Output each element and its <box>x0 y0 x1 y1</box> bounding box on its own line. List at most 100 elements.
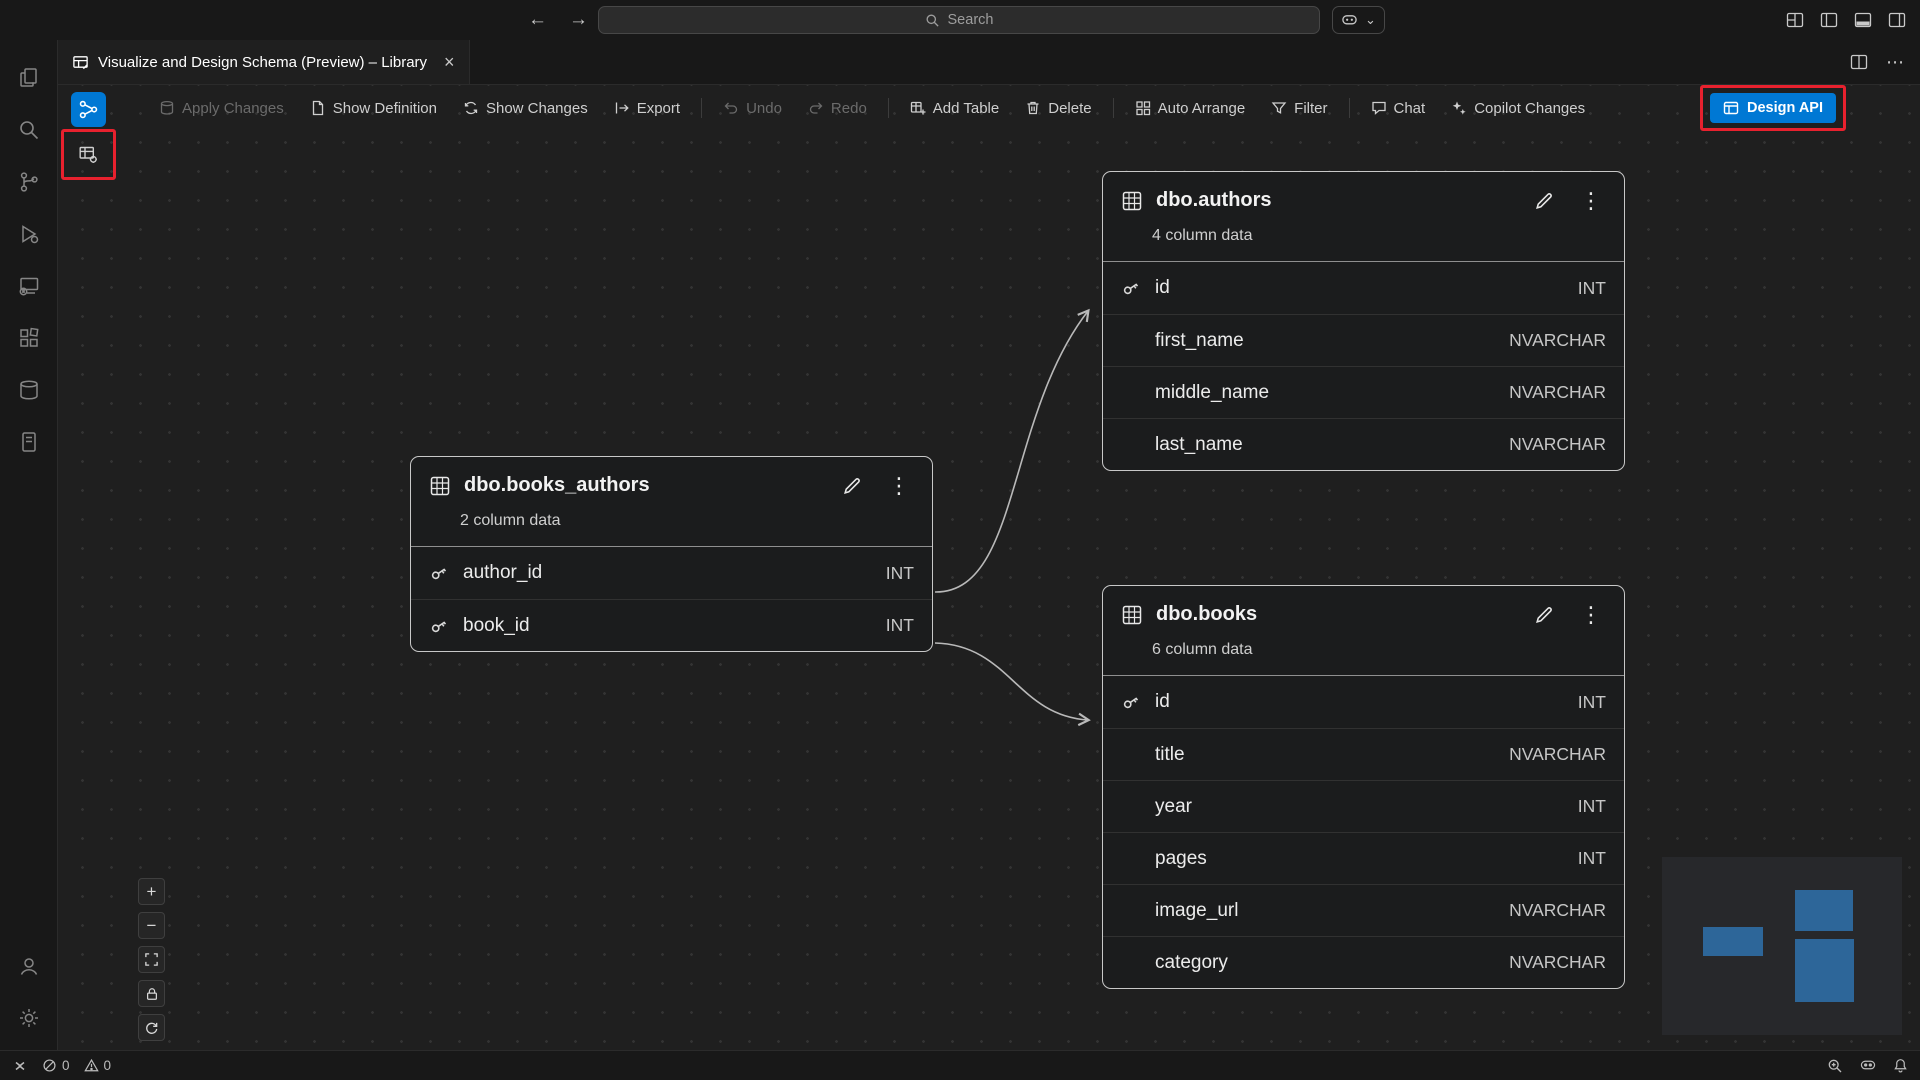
show-definition-button[interactable]: Show Definition <box>297 100 450 117</box>
lock-button[interactable] <box>138 980 165 1007</box>
schema-canvas[interactable]: Apply Changes Show Definition Show Chang… <box>58 85 1920 1050</box>
table-header: dbo.books ⋮ 6 column data <box>1103 586 1624 676</box>
column-row[interactable]: book_id INT <box>411 599 932 651</box>
zoom-indicator-icon[interactable] <box>1827 1058 1843 1074</box>
edit-table-icon[interactable] <box>1533 603 1556 626</box>
table-subtitle: 2 column data <box>429 497 914 546</box>
table-menu-icon[interactable]: ⋮ <box>1576 190 1606 212</box>
tab-close-icon[interactable]: × <box>444 53 455 71</box>
schema-visualize-button[interactable] <box>71 92 106 127</box>
table-grid-icon <box>1121 190 1143 212</box>
column-row[interactable]: id INT <box>1103 676 1624 728</box>
reset-view-button[interactable] <box>138 1014 165 1041</box>
search-placeholder: Search <box>948 12 994 28</box>
primary-key-icon <box>1121 692 1155 712</box>
chat-button[interactable]: Chat <box>1358 100 1439 117</box>
copilot-status-icon[interactable] <box>1859 1058 1877 1073</box>
remote-indicator-icon[interactable] <box>12 1058 28 1074</box>
forward-arrow-icon[interactable]: → <box>569 9 588 31</box>
zoom-in-button[interactable]: + <box>138 878 165 905</box>
annotation-box-design-api: Design API <box>1700 85 1846 131</box>
table-menu-icon[interactable]: ⋮ <box>1576 604 1606 626</box>
titlebar: ← → Search ⌄ <box>0 0 1920 40</box>
run-debug-icon[interactable] <box>5 208 53 260</box>
source-control-icon[interactable] <box>5 156 53 208</box>
search-icon <box>925 13 940 28</box>
tab-visualize-design-schema[interactable]: Visualize and Design Schema (Preview) – … <box>58 40 470 84</box>
toggle-panel-icon[interactable] <box>1854 11 1872 29</box>
status-bar: 0 0 <box>0 1050 1920 1080</box>
filter-button[interactable]: Filter <box>1258 100 1340 117</box>
table-grid-icon <box>1121 604 1143 626</box>
table-name: dbo.books_authors <box>464 474 650 497</box>
connector-books-authors-to-books <box>935 643 1088 720</box>
explorer-icon[interactable] <box>5 52 53 104</box>
table-node-books-authors[interactable]: dbo.books_authors ⋮ 2 column data auth <box>410 456 933 652</box>
table-name: dbo.authors <box>1156 189 1272 212</box>
table-node-authors[interactable]: dbo.authors ⋮ 4 column data id <box>1102 171 1625 471</box>
column-row[interactable]: id INT <box>1103 262 1624 314</box>
extensions-icon[interactable] <box>5 312 53 364</box>
table-header: dbo.authors ⋮ 4 column data <box>1103 172 1624 262</box>
more-actions-icon[interactable]: ⋯ <box>1886 52 1904 73</box>
auto-arrange-button[interactable]: Auto Arrange <box>1122 100 1259 117</box>
minimap-table-block <box>1795 939 1854 1002</box>
apply-changes-button[interactable]: Apply Changes <box>146 100 297 117</box>
connector-books-authors-to-authors <box>935 311 1088 592</box>
column-row[interactable]: last_name NVARCHAR <box>1103 418 1624 470</box>
designer-toolbar: Apply Changes Show Definition Show Chang… <box>146 85 1920 131</box>
editor-area: Visualize and Design Schema (Preview) – … <box>58 40 1920 1050</box>
minimap[interactable] <box>1662 857 1902 1035</box>
column-row[interactable]: pages INT <box>1103 832 1624 884</box>
annotation-box-table-settings <box>61 129 116 180</box>
back-arrow-icon[interactable]: ← <box>528 9 547 31</box>
fit-view-button[interactable] <box>138 946 165 973</box>
toggle-secondary-sidebar-icon[interactable] <box>1888 11 1906 29</box>
primary-key-icon <box>429 616 463 636</box>
account-icon[interactable] <box>5 940 53 992</box>
toggle-primary-sidebar-icon[interactable] <box>1820 11 1838 29</box>
table-menu-icon[interactable]: ⋮ <box>884 475 914 497</box>
show-changes-button[interactable]: Show Changes <box>450 100 601 117</box>
table-settings-icon[interactable] <box>71 137 106 172</box>
database-projects-icon[interactable] <box>5 364 53 416</box>
customize-layout-icon[interactable] <box>1786 11 1804 29</box>
edit-table-icon[interactable] <box>1533 189 1556 212</box>
column-row[interactable]: first_name NVARCHAR <box>1103 314 1624 366</box>
copilot-chat-icon <box>1341 13 1358 28</box>
table-name: dbo.books <box>1156 603 1257 626</box>
search-input[interactable]: Search <box>598 6 1320 34</box>
remote-explorer-icon[interactable] <box>5 260 53 312</box>
column-row[interactable]: author_id INT <box>411 547 932 599</box>
column-row[interactable]: middle_name NVARCHAR <box>1103 366 1624 418</box>
warnings-count: 0 <box>104 1058 112 1073</box>
chevron-down-icon: ⌄ <box>1365 12 1376 28</box>
delete-button[interactable]: Delete <box>1012 100 1104 117</box>
edit-table-icon[interactable] <box>841 474 864 497</box>
column-row[interactable]: title NVARCHAR <box>1103 728 1624 780</box>
zoom-controls: + − <box>138 878 165 1041</box>
design-api-button[interactable]: Design API <box>1710 93 1836 123</box>
split-editor-icon[interactable] <box>1850 53 1868 71</box>
copilot-menu-button[interactable]: ⌄ <box>1332 6 1385 34</box>
schema-designer-tab-icon <box>72 54 89 71</box>
sql-server-icon[interactable] <box>5 416 53 468</box>
export-button[interactable]: Export <box>601 100 693 117</box>
zoom-out-button[interactable]: − <box>138 912 165 939</box>
warnings-indicator[interactable]: 0 <box>84 1058 112 1073</box>
errors-indicator[interactable]: 0 <box>42 1058 70 1073</box>
undo-button[interactable]: Undo <box>710 100 795 117</box>
primary-key-icon <box>429 563 463 583</box>
add-table-button[interactable]: Add Table <box>897 100 1012 117</box>
notifications-bell-icon[interactable] <box>1893 1058 1908 1073</box>
settings-gear-icon[interactable] <box>5 992 53 1044</box>
table-node-books[interactable]: dbo.books ⋮ 6 column data id <box>1102 585 1625 989</box>
column-row[interactable]: year INT <box>1103 780 1624 832</box>
column-row[interactable]: category NVARCHAR <box>1103 936 1624 988</box>
minimap-table-block <box>1703 927 1763 956</box>
column-row[interactable]: image_url NVARCHAR <box>1103 884 1624 936</box>
search-sidebar-icon[interactable] <box>5 104 53 156</box>
redo-button[interactable]: Redo <box>795 100 880 117</box>
table-header: dbo.books_authors ⋮ 2 column data <box>411 457 932 547</box>
copilot-changes-button[interactable]: Copilot Changes <box>1438 100 1598 117</box>
